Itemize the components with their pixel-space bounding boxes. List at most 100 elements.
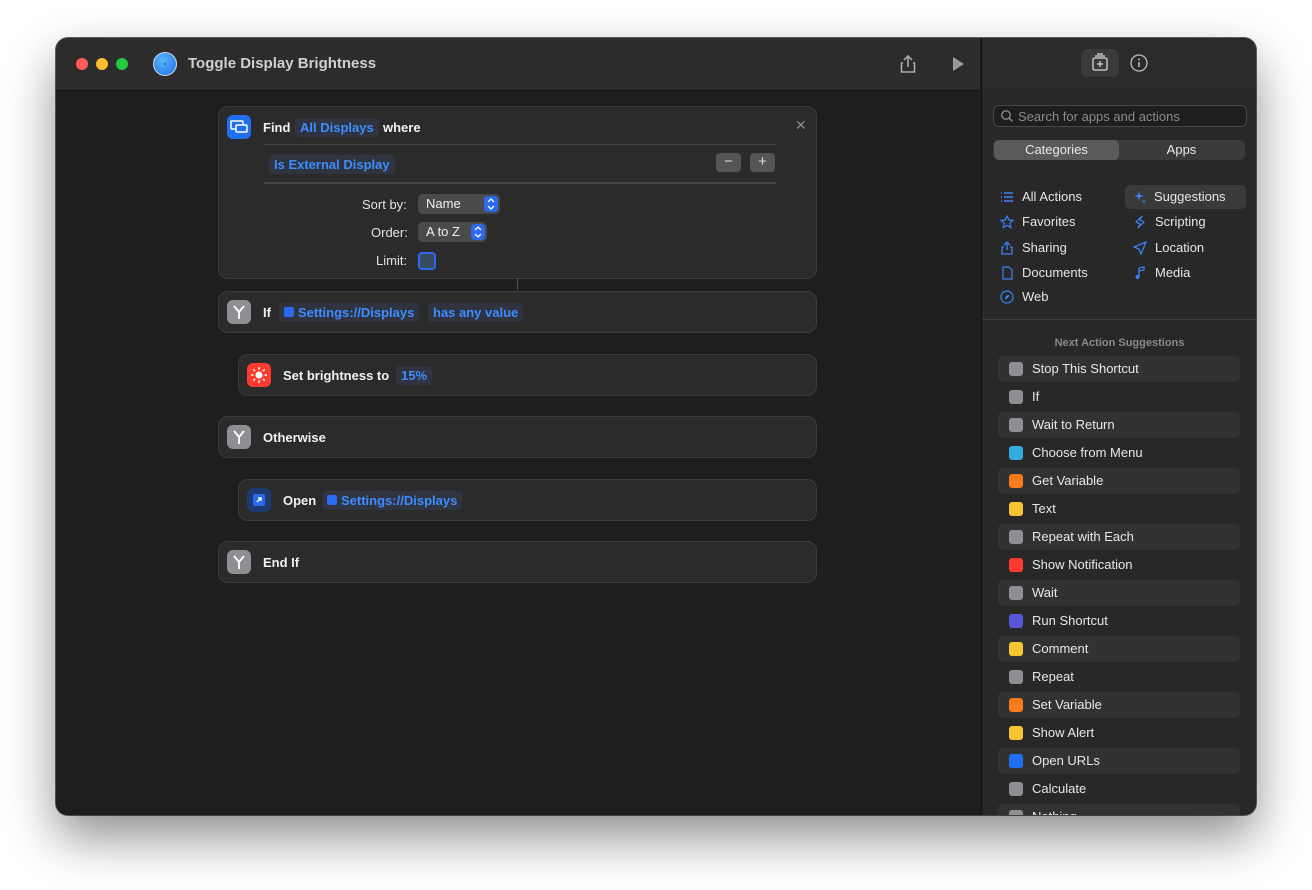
repeat-icon: [1009, 670, 1023, 684]
category-all-actions[interactable]: All Actions: [1000, 185, 1110, 209]
window-title: Toggle Display Brightness: [188, 55, 377, 72]
brightness-value-token[interactable]: 15%: [396, 366, 433, 385]
limit-checkbox[interactable]: [418, 252, 436, 270]
document-icon: [1002, 266, 1013, 280]
chevron-updown-icon: [471, 224, 485, 240]
divider: [264, 182, 776, 184]
otherwise-action[interactable]: Otherwise: [218, 416, 817, 458]
share-icon[interactable]: [897, 53, 919, 75]
suggestion-calculate[interactable]: Calculate: [998, 776, 1240, 802]
choose-from-menu-icon: [1009, 446, 1023, 460]
target-text: Settings://Displays: [341, 493, 458, 508]
show-alert-icon: [1009, 726, 1023, 740]
sparkle-icon: [1134, 191, 1146, 204]
variable-text: Settings://Displays: [298, 305, 415, 320]
shortcuts-window: Toggle Display Brightness Find All Displ…: [56, 38, 1256, 815]
suggestion-repeat[interactable]: Repeat: [998, 664, 1240, 690]
wait-icon: [1009, 586, 1023, 600]
minimize-window-button[interactable]: [96, 58, 108, 70]
comment-icon: [1009, 642, 1023, 656]
if-action[interactable]: If Settings://Displays has any value: [218, 291, 817, 333]
open-app-icon: [247, 488, 271, 512]
tab-categories[interactable]: Categories: [994, 140, 1119, 160]
settings-icon: [284, 307, 294, 317]
suggestion-repeat-with-each[interactable]: Repeat with Each: [998, 524, 1240, 550]
suggestion-choose-from-menu[interactable]: Choose from Menu: [998, 440, 1240, 466]
suggestion-show-alert[interactable]: Show Alert: [998, 720, 1240, 746]
category-favorites[interactable]: Favorites: [1000, 210, 1110, 234]
condition-token[interactable]: has any value: [428, 303, 524, 322]
remove-action-icon[interactable]: ✕: [795, 117, 807, 134]
action-library-button[interactable]: [1081, 49, 1119, 77]
category-media[interactable]: Media: [1133, 261, 1243, 285]
suggestion-wait-to-return[interactable]: Wait to Return: [998, 412, 1240, 438]
suggestion-nothing[interactable]: Nothing: [998, 804, 1240, 815]
suggestion-label: Wait: [1032, 585, 1058, 600]
open-target-token[interactable]: Settings://Displays: [322, 491, 463, 510]
category-scripting[interactable]: Scripting: [1133, 210, 1243, 234]
suggestion-get-variable[interactable]: Get Variable: [998, 468, 1240, 494]
sidebar-toolbar: [982, 38, 1256, 90]
all-displays-token[interactable]: All Displays: [295, 118, 379, 137]
suggestion-wait[interactable]: Wait: [998, 580, 1240, 606]
open-action[interactable]: Open Settings://Displays: [238, 479, 817, 521]
add-filter-button[interactable]: +: [750, 153, 775, 172]
actions-sidebar: Categories Apps All Actions Suggestions …: [981, 38, 1256, 815]
suggestion-if[interactable]: If: [998, 384, 1240, 410]
order-popup[interactable]: A to Z: [418, 222, 487, 242]
title-bar: Toggle Display Brightness: [56, 38, 980, 91]
open-keyword: Open: [283, 493, 317, 508]
search-field[interactable]: [993, 105, 1247, 127]
category-location[interactable]: Location: [1133, 236, 1243, 260]
run-play-icon[interactable]: [947, 53, 969, 75]
suggestion-text[interactable]: Text: [998, 496, 1240, 522]
connector-line: [517, 278, 518, 290]
filter-condition-token[interactable]: Is External Display: [269, 155, 395, 174]
search-icon: [1001, 110, 1013, 122]
category-label: Scripting: [1155, 214, 1206, 229]
suggestion-label: Text: [1032, 501, 1056, 516]
otherwise-keyword: Otherwise: [263, 430, 326, 445]
suggestion-stop-this-shortcut[interactable]: Stop This Shortcut: [998, 356, 1240, 382]
suggestion-open-urls[interactable]: Open URLs: [998, 748, 1240, 774]
suggestion-label: Set Variable: [1032, 697, 1102, 712]
suggestion-comment[interactable]: Comment: [998, 636, 1240, 662]
set-variable-icon: [1009, 698, 1023, 712]
set-brightness-label: Set brightness to: [283, 368, 390, 383]
suggestion-label: Wait to Return: [1032, 417, 1115, 432]
remove-filter-button[interactable]: −: [716, 153, 741, 172]
tab-apps[interactable]: Apps: [1119, 140, 1244, 160]
zoom-window-button[interactable]: [116, 58, 128, 70]
music-note-icon: [1135, 266, 1145, 279]
suggestion-run-shortcut[interactable]: Run Shortcut: [998, 608, 1240, 634]
suggestion-label: Repeat: [1032, 669, 1074, 684]
order-value: A to Z: [426, 224, 460, 239]
suggestion-label: Calculate: [1032, 781, 1087, 796]
search-input[interactable]: [1018, 106, 1238, 126]
info-icon[interactable]: [1129, 53, 1149, 73]
show-notification-icon: [1009, 558, 1023, 572]
suggestion-label: Repeat with Each: [1032, 529, 1134, 544]
if-icon: [1009, 390, 1023, 404]
suggestion-label: If: [1032, 389, 1040, 404]
stop-this-shortcut-icon: [1009, 362, 1023, 376]
suggestion-label: Comment: [1032, 641, 1089, 656]
repeat-with-each-icon: [1009, 530, 1023, 544]
category-web[interactable]: Web: [1000, 285, 1110, 309]
category-documents[interactable]: Documents: [1000, 261, 1110, 285]
sort-by-label: Sort by:: [362, 197, 407, 212]
category-sharing[interactable]: Sharing: [1000, 236, 1110, 260]
suggestions-header: Next Action Suggestions: [1054, 337, 1185, 349]
get-variable-icon: [1009, 474, 1023, 488]
sort-by-popup[interactable]: Name: [418, 194, 500, 214]
category-suggestions[interactable]: Suggestions: [1125, 185, 1246, 209]
sidebar-segmented-control: Categories Apps: [993, 140, 1245, 160]
suggestion-show-notification[interactable]: Show Notification: [998, 552, 1240, 578]
close-window-button[interactable]: [76, 58, 88, 70]
find-displays-action[interactable]: Find All Displays where ✕ Is External Di…: [218, 106, 817, 279]
end-if-action[interactable]: End If: [218, 541, 817, 583]
suggestion-set-variable[interactable]: Set Variable: [998, 692, 1240, 718]
settings-displays-variable[interactable]: Settings://Displays: [279, 303, 420, 322]
set-brightness-action[interactable]: Set brightness to 15%: [238, 354, 817, 396]
open-urls-icon: [1009, 754, 1023, 768]
